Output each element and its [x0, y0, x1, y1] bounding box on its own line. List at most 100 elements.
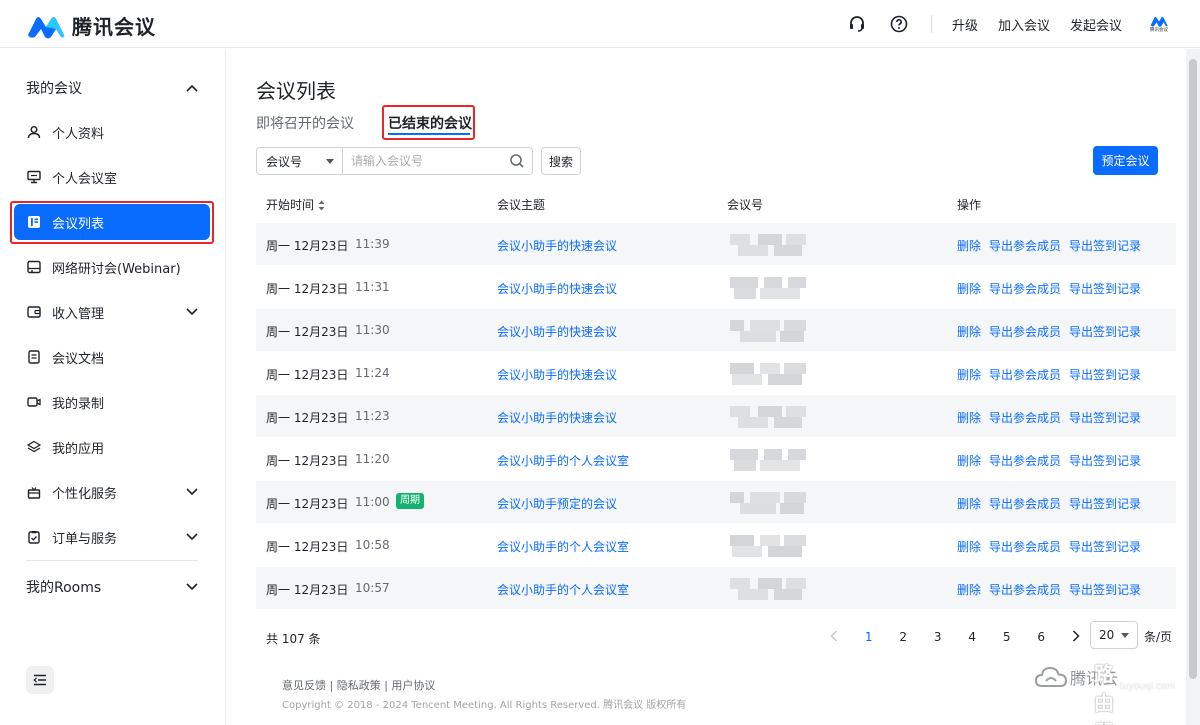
export-checkin-link[interactable]: 导出签到记录: [1069, 454, 1141, 468]
sidebar-group-my-meetings[interactable]: 我的会议: [26, 78, 198, 98]
redaction-block: [750, 320, 780, 331]
caret-down-icon: [326, 159, 334, 164]
page-4-button[interactable]: 4: [955, 630, 990, 644]
redaction-block: [730, 363, 754, 374]
export-checkin-link[interactable]: 导出签到记录: [1069, 411, 1141, 425]
sidebar-item-documents[interactable]: 会议文档: [26, 339, 198, 375]
meeting-number-redacted: [730, 406, 806, 428]
tab-upcoming[interactable]: 即将召开的会议: [256, 113, 354, 133]
page-2-button[interactable]: 2: [886, 630, 921, 644]
export-checkin-link[interactable]: 导出签到记录: [1069, 497, 1141, 511]
sidebar-item-orders[interactable]: 订单与服务: [26, 519, 198, 555]
page-1-button[interactable]: 1: [852, 630, 887, 644]
page-5-button[interactable]: 5: [990, 630, 1025, 644]
row-topic-link[interactable]: 会议小助手的个人会议室: [497, 452, 629, 469]
scrollbar-thumb[interactable]: [1189, 59, 1197, 679]
collapse-sidebar-button[interactable]: [26, 666, 54, 694]
page-title: 会议列表: [256, 79, 336, 103]
redaction-block: [750, 492, 780, 503]
export-participants-link[interactable]: 导出参会成员: [989, 282, 1061, 296]
row-topic-link[interactable]: 会议小助手的快速会议: [497, 280, 617, 297]
page-size-value: 20: [1099, 628, 1115, 642]
join-meeting-link[interactable]: 加入会议: [998, 15, 1050, 34]
search-button[interactable]: 搜索: [541, 147, 581, 175]
delete-link[interactable]: 删除: [957, 325, 981, 339]
redaction-block: [788, 277, 806, 288]
sidebar-item-personalization[interactable]: 个性化服务: [26, 474, 198, 510]
headset-icon[interactable]: [847, 14, 867, 34]
export-checkin-link[interactable]: 导出签到记录: [1069, 368, 1141, 382]
delete-link[interactable]: 删除: [957, 368, 981, 382]
sidebar-group-rooms[interactable]: 我的Rooms: [26, 577, 198, 597]
logo[interactable]: 腾讯会议: [26, 11, 156, 40]
export-participants-link[interactable]: 导出参会成员: [989, 454, 1061, 468]
export-participants-link[interactable]: 导出参会成员: [989, 411, 1061, 425]
delete-link[interactable]: 删除: [957, 411, 981, 425]
row-topic-link[interactable]: 会议小助手的个人会议室: [497, 538, 629, 555]
sidebar-item-webinar[interactable]: 网络研讨会(Webinar): [26, 249, 198, 285]
delete-link[interactable]: 删除: [957, 282, 981, 296]
meeting-number-redacted: [730, 320, 806, 342]
page-size-select[interactable]: 20: [1090, 621, 1138, 649]
top-header: 腾讯会议 升级 加入会议 发起会议 腾讯会议: [0, 0, 1200, 48]
redaction-block: [758, 234, 782, 245]
row-date: 周一 12月23日: [266, 368, 349, 382]
export-checkin-link[interactable]: 导出签到记录: [1069, 282, 1141, 296]
export-participants-link[interactable]: 导出参会成员: [989, 540, 1061, 554]
row-topic-link[interactable]: 会议小助手预定的会议: [497, 495, 617, 512]
start-meeting-link[interactable]: 发起会议: [1070, 15, 1122, 34]
redaction-block: [774, 245, 802, 256]
export-checkin-link[interactable]: 导出签到记录: [1069, 583, 1141, 597]
delete-link[interactable]: 删除: [957, 497, 981, 511]
export-participants-link[interactable]: 导出参会成员: [989, 325, 1061, 339]
meeting-number-input[interactable]: [342, 147, 533, 175]
search-type-select[interactable]: 会议号: [256, 147, 343, 175]
export-checkin-link[interactable]: 导出签到记录: [1069, 239, 1141, 253]
row-date: 周一 12月23日: [266, 411, 349, 425]
sidebar-item-profile[interactable]: 个人资料: [26, 114, 198, 150]
prev-page-button[interactable]: [817, 629, 852, 645]
delete-link[interactable]: 删除: [957, 454, 981, 468]
cloud-logo-icon: [1034, 666, 1068, 687]
export-participants-link[interactable]: 导出参会成员: [989, 583, 1061, 597]
delete-link[interactable]: 删除: [957, 583, 981, 597]
redaction-block: [740, 503, 776, 514]
row-topic-link[interactable]: 会议小助手的快速会议: [497, 366, 617, 383]
export-participants-link[interactable]: 导出参会成员: [989, 239, 1061, 253]
column-topic: 会议主题: [497, 198, 546, 212]
delete-link[interactable]: 删除: [957, 540, 981, 554]
footer-links[interactable]: 意见反馈 | 隐私政策 | 用户协议: [282, 677, 435, 693]
export-checkin-link[interactable]: 导出签到记录: [1069, 325, 1141, 339]
watermark-domain: luyouqi.com: [1120, 682, 1176, 692]
page-3-button[interactable]: 3: [921, 630, 956, 644]
page-scrollbar[interactable]: [1186, 49, 1200, 725]
search-icon[interactable]: [509, 153, 525, 169]
recurring-badge: 周期: [396, 493, 424, 509]
row-topic-link[interactable]: 会议小助手的快速会议: [497, 237, 617, 254]
row-topic-link[interactable]: 会议小助手的快速会议: [497, 409, 617, 426]
row-topic-link[interactable]: 会议小助手的个人会议室: [497, 581, 629, 598]
video-icon: [26, 394, 42, 410]
row-topic-link[interactable]: 会议小助手的快速会议: [497, 323, 617, 340]
sidebar-item-personal-room[interactable]: 个人会议室: [26, 159, 198, 195]
sidebar-item-apps[interactable]: 我的应用: [26, 429, 198, 465]
export-participants-link[interactable]: 导出参会成员: [989, 497, 1061, 511]
sidebar-item-income[interactable]: 收入管理: [26, 294, 198, 330]
book-meeting-button[interactable]: 预定会议: [1093, 146, 1158, 175]
delete-link[interactable]: 删除: [957, 239, 981, 253]
help-icon[interactable]: [889, 14, 909, 34]
meeting-table-body: 周一 12月23日 11:39 会议小助手的快速会议 删除 导出参会成员 导出签到记录 周一…: [256, 222, 1176, 609]
avatar[interactable]: 腾讯会议: [1146, 11, 1172, 37]
page-6-button[interactable]: 6: [1024, 630, 1059, 644]
column-start-time[interactable]: 开始时间: [266, 196, 325, 213]
upgrade-link[interactable]: 升级: [952, 15, 978, 34]
sort-icon[interactable]: [318, 200, 325, 211]
table-row: 周一 12月23日 11:20 会议小助手的个人会议室 删除 导出参会成员 导出签到记录: [256, 437, 1176, 480]
export-participants-link[interactable]: 导出参会成员: [989, 368, 1061, 382]
per-page-label: 条/页: [1144, 630, 1173, 644]
sidebar-item-recordings[interactable]: 我的录制: [26, 384, 198, 420]
redaction-block: [760, 460, 800, 471]
next-page-button[interactable]: [1059, 629, 1094, 645]
export-checkin-link[interactable]: 导出签到记录: [1069, 540, 1141, 554]
sidebar-item-label: 我的应用: [52, 441, 105, 457]
